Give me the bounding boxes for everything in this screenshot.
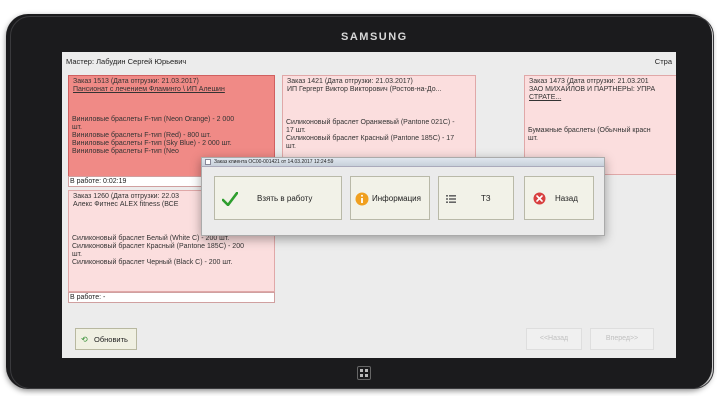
checkmark-icon — [222, 192, 238, 206]
refresh-icon: ⟲ — [81, 335, 88, 344]
order-item: шт. — [72, 124, 82, 131]
order-item: Бумажные браслеты (Обычный красн — [528, 127, 651, 134]
back-button[interactable]: Назад — [524, 176, 594, 220]
work-status: В работе: - — [68, 292, 275, 303]
order-items: Силиконовый браслет Белый (White C) - 20… — [72, 235, 244, 267]
windows-icon — [360, 369, 368, 377]
order-items: Виниловые браслеты F-тип (Neon Orange) -… — [72, 116, 234, 156]
order-client: Алекс Фитнес ALEX fitness (ВСЕ — [73, 201, 179, 208]
order-item: шт. — [528, 135, 538, 142]
order-header: Заказ 1260 (Дата отгрузки: 22.03 Алекс Ф… — [73, 193, 179, 209]
order-item: 17 шт. — [286, 127, 306, 134]
take-to-work-button[interactable]: Взять в работу — [214, 176, 342, 220]
refresh-button[interactable]: ⟲ Обновить — [75, 328, 137, 350]
order-client: Пансионат с лечением Фламинго \ ИП Алеши… — [73, 86, 225, 93]
order-item: Виниловые браслеты F-тип (Neo — [72, 148, 179, 155]
order-title: Заказ 1513 (Дата отгрузки: 21.03.2017) — [73, 78, 199, 85]
order-item: Силиконовый браслет Красный (Pantone 185… — [72, 243, 244, 250]
order-header: Заказ 1513 (Дата отгрузки: 21.03.2017) П… — [73, 78, 225, 94]
window-icon — [205, 159, 211, 165]
order-item: Силиконовый браслет Черный (Black C) - 2… — [72, 259, 233, 266]
button-label: ТЗ — [481, 194, 491, 203]
order-item: Виниловые браслеты F-тип (Neon Orange) -… — [72, 116, 235, 123]
device-brand: SAMSUNG — [341, 31, 408, 43]
button-label: Информация — [372, 194, 421, 203]
page-label: Стра — [654, 57, 672, 66]
order-header: Заказ 1473 (Дата отгрузки: 21.03.201 ЗАО… — [529, 78, 655, 102]
dialog-title: Заказ клиента ОС00-001421 от 14.03.2017 … — [214, 159, 334, 165]
close-icon — [533, 192, 546, 205]
dialog-titlebar: Заказ клиента ОС00-001421 от 14.03.2017 … — [202, 158, 604, 167]
order-title: Заказ 1260 (Дата отгрузки: 22.03 — [73, 193, 180, 200]
order-item: Силиконовый браслет Красный (Pantone 185… — [286, 135, 455, 142]
prev-page-button[interactable]: <<Назад — [526, 328, 582, 350]
button-label: Взять в работу — [257, 194, 313, 203]
info-button[interactable]: Информация — [350, 176, 430, 220]
order-title: Заказ 1473 (Дата отгрузки: 21.03.201 — [529, 78, 649, 85]
order-items: Силиконовый браслет Оранжевый (Pantone 0… — [286, 119, 455, 151]
order-item: Силиконовый браслет Оранжевый (Pantone 0… — [286, 119, 455, 126]
refresh-label: Обновить — [94, 335, 128, 344]
order-client: ЗАО МИХАЙЛОВ И ПАРТНЕРЫ: УПРА — [529, 86, 656, 93]
spec-button[interactable]: ТЗ — [438, 176, 514, 220]
order-items: Бумажные браслеты (Обычный красн шт. — [528, 127, 651, 143]
list-icon — [446, 195, 456, 203]
order-item: шт. — [72, 251, 82, 258]
order-item: Силиконовый браслет Белый (White C) - 20… — [72, 235, 230, 242]
button-label: Назад — [555, 194, 578, 203]
app-screen: Мастер: Лабудин Сергей Юрьевич Стра Зака… — [62, 52, 676, 358]
order-item: Виниловые браслеты F-тип (Sky Blue) - 2 … — [72, 140, 232, 147]
windows-home-button[interactable] — [357, 366, 371, 380]
info-icon — [355, 192, 369, 206]
next-page-button[interactable]: Вперед>> — [590, 328, 654, 350]
order-item: Виниловые браслеты F-тип (Red) - 800 шт. — [72, 132, 212, 139]
order-client: ИП Гергерт Виктор Викторович (Ростов-на-… — [287, 86, 442, 93]
order-title: Заказ 1421 (Дата отгрузки: 21.03.2017) — [287, 78, 413, 85]
master-label: Мастер: Лабудин Сергей Юрьевич — [66, 57, 187, 66]
order-client-cont: СТРАТЕ... — [529, 94, 562, 101]
order-header: Заказ 1421 (Дата отгрузки: 21.03.2017) И… — [287, 78, 441, 94]
order-item: шт. — [286, 143, 296, 150]
order-action-dialog: Заказ клиента ОС00-001421 от 14.03.2017 … — [201, 157, 605, 236]
